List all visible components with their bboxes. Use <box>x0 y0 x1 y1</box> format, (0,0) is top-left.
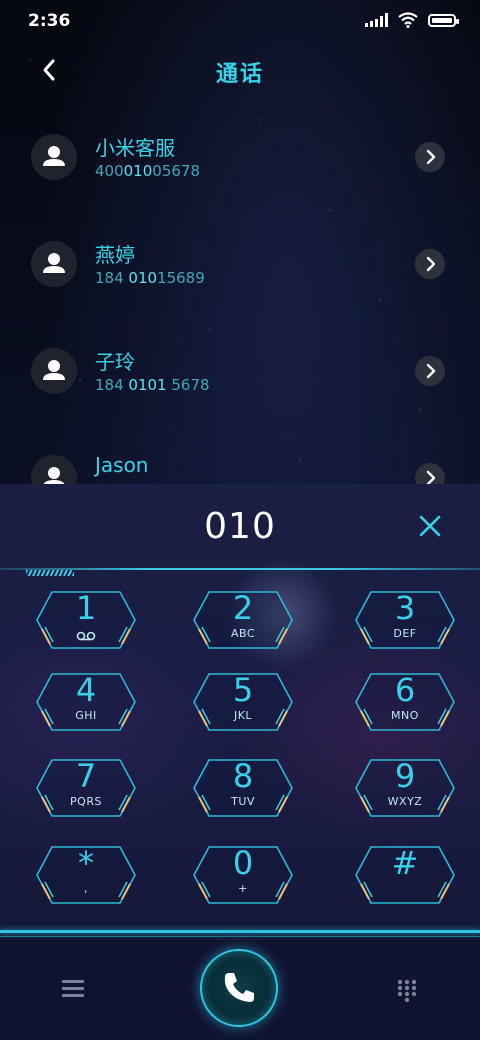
dial-key-nine[interactable]: 9 WXYZ <box>355 757 455 817</box>
signal-icon <box>365 13 388 27</box>
key-digit: 7 <box>75 757 97 795</box>
bottom-divider-thin <box>0 936 480 937</box>
key-letters: TUV <box>231 795 255 808</box>
decorative-stripe <box>26 570 74 576</box>
key-digit: # <box>391 844 419 882</box>
key-letters: JKL <box>233 709 253 722</box>
contact-name: Jason <box>95 453 149 477</box>
dial-key-seven[interactable]: 7 PQRS <box>36 757 136 817</box>
dial-key-zero[interactable]: 0 + <box>193 844 293 904</box>
phone-icon <box>224 973 254 1002</box>
contact-name: 子玲 <box>95 350 135 374</box>
wifi-icon <box>398 12 418 28</box>
contact-number: 40001005678 <box>95 162 200 180</box>
dial-key-eight[interactable]: 8 TUV <box>193 757 293 817</box>
dial-key-one[interactable]: 1 <box>36 589 136 649</box>
avatar-person-icon <box>31 348 77 394</box>
status-time: 2:36 <box>28 11 71 31</box>
contact-name: 燕婷 <box>95 243 135 267</box>
contact-number: 184 01015689 <box>95 269 205 287</box>
key-letters: GHI <box>75 709 97 722</box>
key-digit: 1 <box>75 589 97 627</box>
dial-key-five[interactable]: 5 JKL <box>193 671 293 731</box>
contact-item[interactable]: 燕婷 184 01015689 <box>0 241 480 321</box>
key-digit: 6 <box>394 671 416 709</box>
voicemail-icon <box>76 631 96 641</box>
dialed-number: 010 <box>204 506 276 547</box>
key-digit: 9 <box>394 757 416 795</box>
page-title: 通话 <box>215 62 264 87</box>
dial-key-hash[interactable]: # <box>355 844 455 904</box>
status-icons <box>365 12 459 28</box>
call-button[interactable] <box>200 949 278 1027</box>
key-letters: MNO <box>391 709 419 722</box>
key-digit: 8 <box>232 757 254 795</box>
key-digit: 5 <box>232 671 254 709</box>
key-digit: 2 <box>232 589 254 627</box>
dial-key-six[interactable]: 6 MNO <box>355 671 455 731</box>
key-letters: DEF <box>393 627 417 640</box>
contact-item[interactable]: 子玲 184 0101 5678 <box>0 348 480 428</box>
clear-x-icon[interactable] <box>416 512 444 540</box>
key-letters: + <box>238 882 248 895</box>
contact-name: 小米客服 <box>95 136 175 160</box>
avatar-person-icon <box>31 241 77 287</box>
key-digit: * <box>78 844 94 882</box>
chevron-right-icon[interactable] <box>415 249 445 279</box>
dial-key-three[interactable]: 3 DEF <box>355 589 455 649</box>
header: 通话 <box>0 48 480 92</box>
battery-icon <box>428 13 459 27</box>
status-bar: 2:36 <box>0 0 480 40</box>
key-digit: 0 <box>232 844 254 882</box>
key-digit: 3 <box>394 589 416 627</box>
key-letters: PQRS <box>70 795 102 808</box>
bottom-bar <box>0 940 480 1040</box>
dial-key-star[interactable]: *, <box>36 844 136 904</box>
menu-icon[interactable] <box>62 980 84 998</box>
dialpad-icon[interactable] <box>396 978 418 1002</box>
key-digit: 4 <box>75 671 97 709</box>
bottom-divider <box>0 930 480 933</box>
dial-key-four[interactable]: 4 GHI <box>36 671 136 731</box>
contact-item[interactable]: 小米客服 40001005678 <box>0 134 480 214</box>
avatar-person-icon <box>31 134 77 180</box>
key-letters: WXYZ <box>387 795 423 808</box>
chevron-right-icon[interactable] <box>415 142 445 172</box>
contact-number: 184 0101 5678 <box>95 376 210 394</box>
dial-key-two[interactable]: 2 ABC <box>193 589 293 649</box>
chevron-right-icon[interactable] <box>415 356 445 386</box>
key-letters: , <box>84 882 88 895</box>
dialer-panel: 010 1 2 ABC 3 DEF 4 GHI 5 JKL 6 MNO 7 PQRS 8 TUV 9 WXYZ *… <box>0 484 480 1040</box>
key-letters: ABC <box>230 627 256 640</box>
